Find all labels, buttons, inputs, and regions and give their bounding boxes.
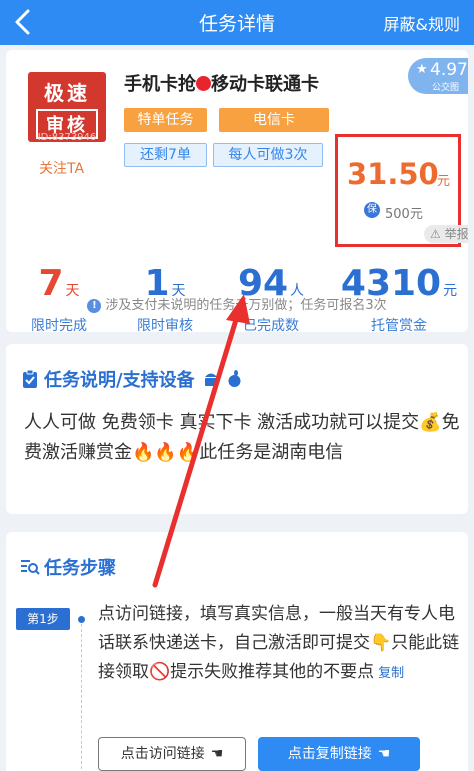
- task-description-card: 任务说明/支持设备 人人可做 免费领卡 真实下卡 激活成功就可以提交💰免费激活赚…: [6, 344, 468, 514]
- description-section-title: 任务说明/支持设备: [20, 366, 242, 392]
- follow-button[interactable]: 关注TA: [39, 158, 84, 178]
- stat-label: 限时审核: [137, 318, 193, 332]
- description-text: 人人可做 免费领卡 真实下卡 激活成功就可以提交💰免费激活赚赏金🔥🔥🔥此任务是湖…: [24, 412, 460, 463]
- logo-text-line1: 极速: [44, 81, 90, 105]
- steps-title-label: 任务步骤: [44, 558, 116, 579]
- tag-remaining: 还剩7单: [124, 143, 207, 167]
- report-button[interactable]: ⚠ 举报: [424, 225, 468, 243]
- report-label: 举报: [444, 227, 468, 241]
- stat-label: 已完成数: [243, 318, 299, 332]
- publisher-id: ID:8373946: [37, 132, 97, 143]
- steps-section-title: 任务步骤: [20, 554, 116, 580]
- step-timeline-dot: [78, 616, 85, 623]
- visit-link-button[interactable]: 点击访问链接 ☚: [98, 737, 246, 771]
- copy-link-label: 点击复制链接: [287, 746, 372, 762]
- notice-label: 涉及支付未说明的任务千万别做；任务可报名3次: [105, 298, 387, 313]
- red-circle-icon: [196, 76, 211, 91]
- reward-unit: 元: [437, 174, 451, 189]
- tag-special-task: 特单任务: [124, 108, 207, 132]
- stat-label: 托管赏金: [371, 318, 427, 332]
- tag-times-per-person: 每人可做3次: [213, 143, 323, 167]
- android-icon: [203, 370, 219, 391]
- pointing-hand-icon: ☚: [377, 746, 391, 762]
- task-steps-card: 任务步骤 第1步 点访问链接，填写真实信息，一般当天有专人电话联系快递送卡，自己…: [6, 532, 468, 771]
- deposit-shield-icon: 保: [364, 202, 380, 218]
- deposit-amount: 500元: [385, 207, 423, 222]
- step-text: 点访问链接，填写真实信息，一般当天有专人电话联系快递送卡，自己激活即可提交👇只能…: [98, 600, 460, 688]
- tag-telecom-card: 电信卡: [219, 108, 329, 132]
- visit-link-label: 点击访问链接: [120, 746, 205, 762]
- step-timeline-line: [81, 624, 82, 771]
- task-summary-card: 极速 审核 ID:8373946 关注TA 手机卡抢 移动卡联通卡 特单任务 电信…: [6, 50, 468, 332]
- stat-label: 限时完成: [31, 318, 87, 332]
- info-icon: !: [87, 299, 102, 313]
- step-instructions: 点访问链接，填写真实信息，一般当天有专人电话联系快递送卡，自己激活即可提交👇只能…: [98, 604, 460, 682]
- copy-link-button[interactable]: 点击复制链接 ☚: [258, 737, 420, 771]
- list-search-icon: [21, 560, 40, 575]
- task-title-right: 移动卡联通卡: [211, 74, 319, 95]
- apple-icon: [227, 370, 242, 391]
- pointing-hand-icon: ☚: [210, 746, 224, 762]
- reward-price: 31.50: [347, 157, 439, 191]
- rating-badge[interactable]: ★ 4.97 公交图: [408, 58, 468, 94]
- rating-subtext: 公交图: [432, 83, 460, 93]
- clipboard-check-icon: [23, 369, 37, 388]
- star-icon: ★: [416, 62, 428, 77]
- top-bar: 任务详情 屏蔽&规则: [0, 0, 474, 45]
- task-title-left: 手机卡抢: [124, 74, 196, 95]
- description-title-label: 任务说明/支持设备: [44, 370, 195, 391]
- block-and-rules-link[interactable]: 屏蔽&规则: [384, 11, 460, 35]
- notice-text: ! 涉及支付未说明的任务千万别做；任务可报名3次: [6, 294, 468, 313]
- step-number-badge: 第1步: [16, 608, 70, 630]
- warning-icon: ⚠: [430, 227, 441, 241]
- task-title: 手机卡抢 移动卡联通卡: [124, 70, 319, 96]
- copy-step-link[interactable]: 复制: [378, 666, 404, 681]
- rating-value: 4.97: [430, 60, 468, 80]
